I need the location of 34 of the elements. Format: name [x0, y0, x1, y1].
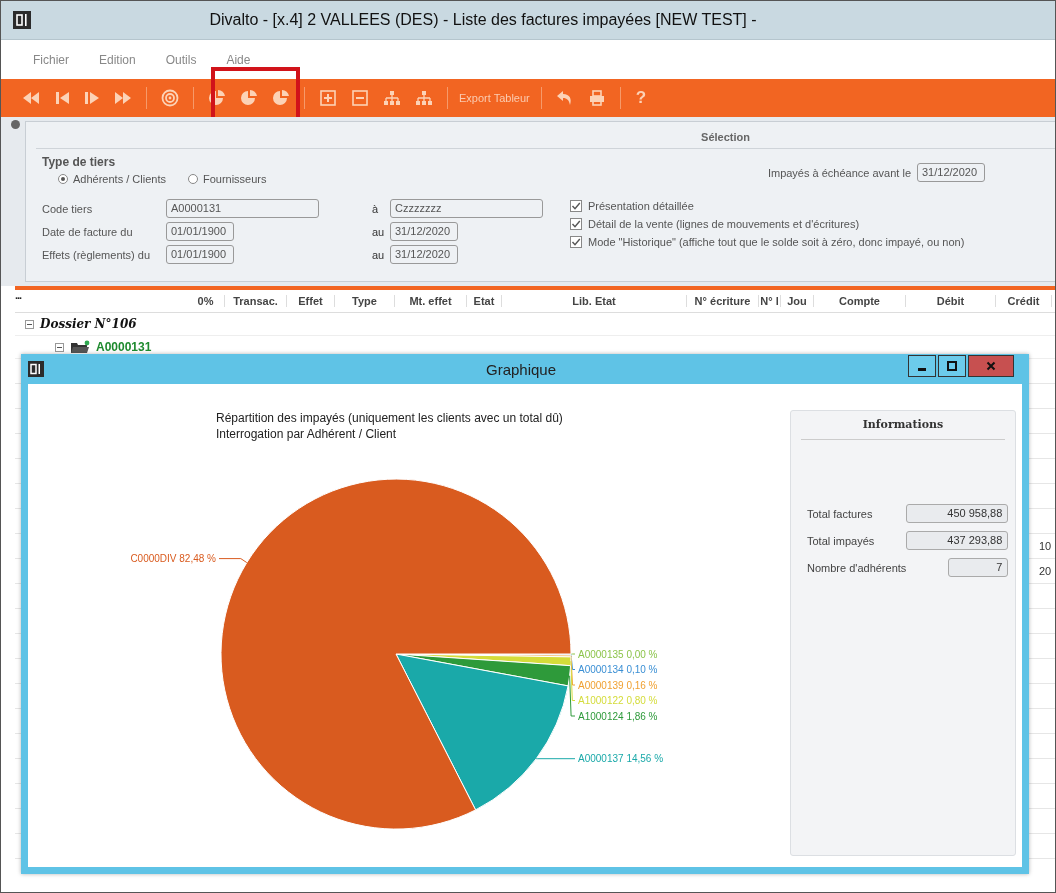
checkbox-label: Mode "Historique" (affiche tout que le solde soit à zéro, donc impayé, ou non)	[588, 236, 965, 248]
field-label: Date de facture du	[42, 225, 134, 238]
dialog-title: Graphique	[484, 360, 558, 378]
field-label: Code tiers	[42, 202, 94, 215]
data-label: A0000139 0,16 %	[578, 679, 658, 691]
data-label: A0000134 0,10 %	[578, 664, 658, 675]
data-label: A0000135 0,00 %	[578, 648, 658, 660]
checkbox-label: Détail de la vente (lignes de mouvements et d'écritures)	[588, 218, 860, 230]
table-cell: 20	[1039, 565, 1052, 577]
field-label: à	[371, 202, 380, 215]
value-field: 7	[948, 558, 1009, 577]
field-label: Nombre d'adhérents	[807, 561, 907, 574]
field-label: Total factures	[807, 507, 874, 520]
radio-label: Fournisseurs	[202, 173, 267, 185]
window-title: Divalto - [x.4] 2 VALLEES (DES) - Liste des factures impayées [NEW TEST] -	[208, 11, 758, 29]
panel-title: Informations	[801, 411, 1005, 440]
chart-subtitle: Interrogation par Adhérent / Client	[215, 426, 398, 442]
value-field: 450 958,88	[906, 504, 1009, 523]
field-label: Impayés à échéance avant le	[767, 166, 911, 179]
radio-label: Adhérents / Clients	[73, 173, 166, 185]
data-label: C0000DIV 82,48 %	[130, 553, 216, 565]
checkbox-label: Présentation détaillée	[588, 200, 694, 212]
field-label: au	[371, 225, 386, 238]
value-field: 437 293,88	[906, 531, 1009, 550]
panel-title: Sélection	[36, 122, 1055, 149]
data-label: A0000137 14,56 %	[578, 753, 664, 765]
data-label: A1000122 0,80 %	[578, 695, 658, 706]
field-label: au	[371, 248, 386, 261]
field-label: Total impayés	[807, 534, 876, 547]
chart-title: Répartition des impayés (uniquement les clients avec un total dû)	[215, 410, 564, 426]
field-label: Effets (règlements) du	[42, 248, 151, 261]
table-cell: 10	[1039, 540, 1052, 552]
data-label: A1000124 1,86 %	[578, 710, 658, 722]
group-label: Type de tiers	[42, 155, 117, 169]
